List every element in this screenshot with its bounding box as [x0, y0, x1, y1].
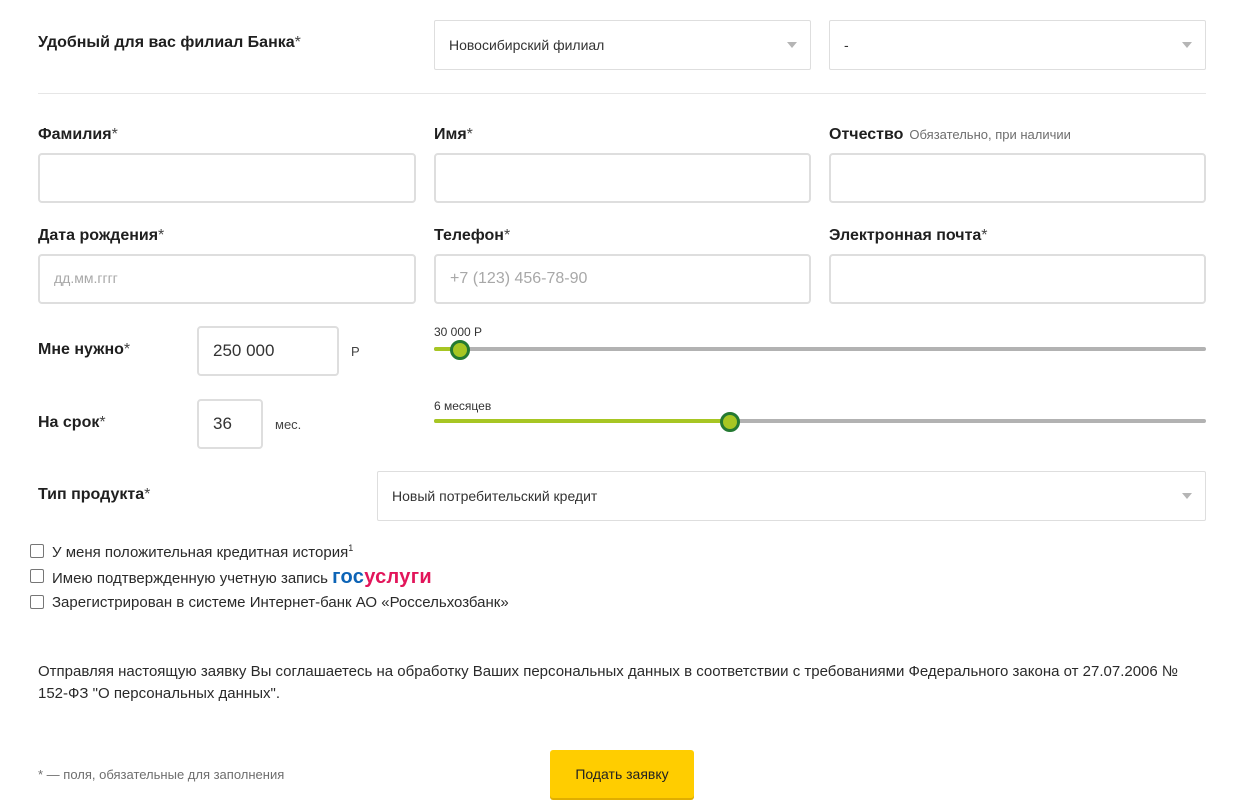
- product-label: Тип продукта*: [38, 486, 151, 503]
- credit-history-checkbox[interactable]: [30, 544, 44, 558]
- branch-select-value: Новосибирский филиал: [449, 37, 605, 53]
- gosuslugi-label[interactable]: Имею подтвержденную учетную запись госус…: [52, 566, 432, 589]
- submit-button[interactable]: Подать заявку: [550, 750, 694, 798]
- amount-slider[interactable]: [434, 340, 1206, 360]
- footnote-sup: 1: [348, 543, 354, 553]
- term-slider-thumb[interactable]: [720, 412, 741, 432]
- gosuslugi-logo: госуслуги: [332, 566, 432, 588]
- gosuslugi-checkbox[interactable]: [30, 569, 44, 583]
- consent-text: Отправляя настоящую заявку Вы соглашаете…: [38, 663, 1178, 702]
- phone-input[interactable]: [434, 254, 811, 304]
- branch-select[interactable]: Новосибирский филиал: [434, 20, 811, 70]
- internet-bank-label[interactable]: Зарегистрирован в системе Интернет-банк …: [52, 594, 509, 611]
- amount-label: Мне нужно*: [38, 341, 131, 358]
- office-select[interactable]: -: [829, 20, 1206, 70]
- product-select[interactable]: Новый потребительский кредит: [377, 471, 1206, 521]
- patronymic-label: Отчество Обязательно, при наличии: [829, 126, 1071, 143]
- birthdate-input[interactable]: [38, 254, 416, 304]
- birthdate-label: Дата рождения*: [38, 227, 165, 244]
- patronymic-hint: Обязательно, при наличии: [909, 127, 1071, 142]
- internet-bank-checkbox[interactable]: [30, 595, 44, 609]
- divider: [38, 93, 1206, 94]
- chevron-down-icon: [1182, 42, 1192, 48]
- amount-slider-caption: 30 000 Р: [434, 325, 483, 339]
- branch-label: Удобный для вас филиал Банка*: [38, 34, 301, 51]
- credit-history-label[interactable]: У меня положительная кредитная история1: [52, 543, 353, 561]
- chevron-down-icon: [1182, 493, 1192, 499]
- product-select-value: Новый потребительский кредит: [392, 488, 598, 504]
- term-unit: мес.: [275, 417, 302, 432]
- term-slider-fill: [434, 419, 728, 423]
- required-footnote: * — поля, обязательные для заполнения: [38, 767, 285, 782]
- name-label: Имя*: [434, 126, 473, 143]
- term-slider[interactable]: [434, 412, 1206, 432]
- term-input[interactable]: [197, 399, 263, 449]
- amount-unit: Р: [351, 344, 360, 359]
- phone-label: Телефон*: [434, 227, 511, 244]
- term-label: На срок*: [38, 414, 106, 431]
- surname-label: Фамилия*: [38, 126, 118, 143]
- term-slider-caption: 6 месяцев: [434, 399, 492, 413]
- office-select-value: -: [844, 37, 849, 53]
- name-input[interactable]: [434, 153, 811, 203]
- amount-input[interactable]: [197, 326, 339, 376]
- email-label: Электронная почта*: [829, 227, 988, 244]
- patronymic-input[interactable]: [829, 153, 1206, 203]
- amount-slider-thumb[interactable]: [450, 340, 471, 360]
- surname-input[interactable]: [38, 153, 416, 203]
- email-input[interactable]: [829, 254, 1206, 304]
- chevron-down-icon: [787, 42, 797, 48]
